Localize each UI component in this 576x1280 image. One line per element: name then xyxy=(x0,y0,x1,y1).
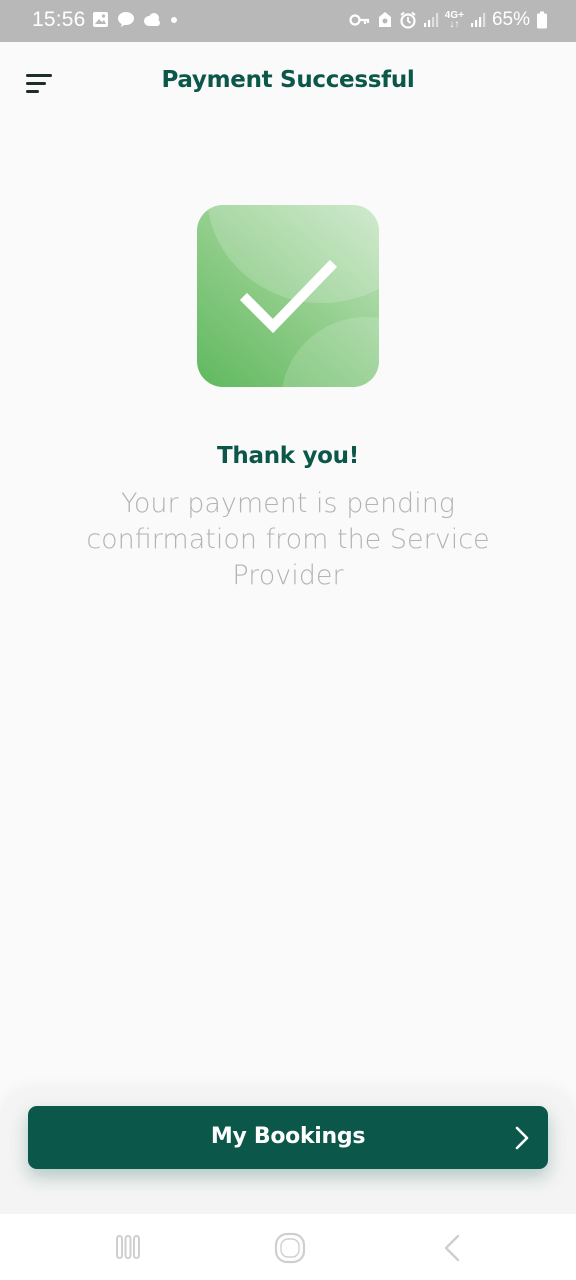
app-header: Payment Successful xyxy=(0,42,576,122)
pending-message: Your payment is pending confirmation fro… xyxy=(86,488,490,591)
notification-icons xyxy=(92,11,178,28)
alarm-lock-icon xyxy=(378,12,391,27)
checkmark-icon xyxy=(239,259,338,334)
back-icon xyxy=(444,1234,460,1262)
network-4g-icon: 4G+ ↓↑ xyxy=(444,10,464,30)
status-bar: 15:56 4G+ ↓↑ 65% xyxy=(0,0,576,42)
recent-apps-button[interactable] xyxy=(108,1232,148,1264)
chevron-right-icon xyxy=(515,1126,529,1150)
network-type-label: 4G+ xyxy=(444,10,464,21)
alarm-icon xyxy=(400,11,416,29)
thank-you-heading: Thank you! xyxy=(217,443,359,469)
recent-apps-icon xyxy=(116,1235,140,1259)
system-icons: 4G+ ↓↑ 65% xyxy=(349,9,548,31)
my-bookings-button[interactable]: My Bookings xyxy=(28,1106,548,1169)
page-title: Payment Successful xyxy=(161,67,415,93)
cloud-icon xyxy=(144,13,160,26)
my-bookings-label: My Bookings xyxy=(210,1124,366,1149)
system-nav-bar xyxy=(0,1214,576,1280)
back-button[interactable] xyxy=(432,1232,472,1264)
status-time: 15:56 xyxy=(32,8,86,31)
home-icon xyxy=(274,1232,306,1264)
gallery-icon xyxy=(93,12,108,27)
key-icon xyxy=(349,14,369,26)
signal-icon xyxy=(423,13,438,27)
dot-icon xyxy=(171,16,177,23)
chat-bubble-icon xyxy=(118,12,134,27)
home-button[interactable] xyxy=(270,1232,310,1264)
success-tile xyxy=(197,205,379,387)
battery-percent: 65% xyxy=(491,9,530,30)
battery-icon xyxy=(537,11,547,29)
signal-icon xyxy=(470,13,486,27)
